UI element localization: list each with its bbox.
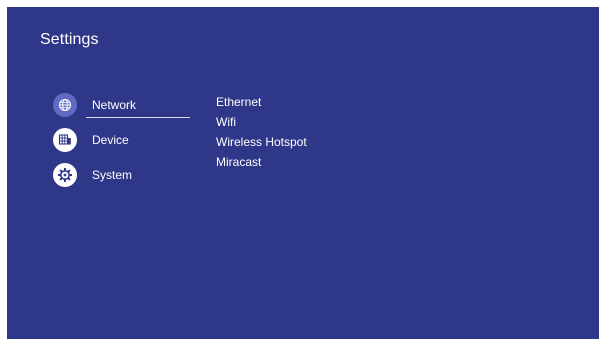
submenu-item-ethernet[interactable]: Ethernet [216, 95, 261, 109]
device-icon [53, 128, 77, 152]
active-item-underline [86, 117, 190, 118]
page-title: Settings [40, 31, 99, 48]
settings-screen: Settings Network Device System Ethernet … [7, 7, 599, 339]
menu-item-network[interactable]: Network [53, 93, 193, 117]
menu-item-device[interactable]: Device [53, 128, 193, 152]
submenu-item-miracast[interactable]: Miracast [216, 155, 261, 169]
menu-item-label: Network [92, 98, 137, 112]
menu-item-label: System [92, 168, 133, 182]
menu-item-label: Device [92, 133, 129, 147]
globe-icon [53, 93, 77, 117]
gear-icon [53, 163, 77, 187]
submenu-item-wifi[interactable]: Wifi [216, 115, 236, 129]
submenu-item-wireless-hotspot[interactable]: Wireless Hotspot [216, 135, 307, 149]
menu-item-system[interactable]: System [53, 163, 193, 187]
